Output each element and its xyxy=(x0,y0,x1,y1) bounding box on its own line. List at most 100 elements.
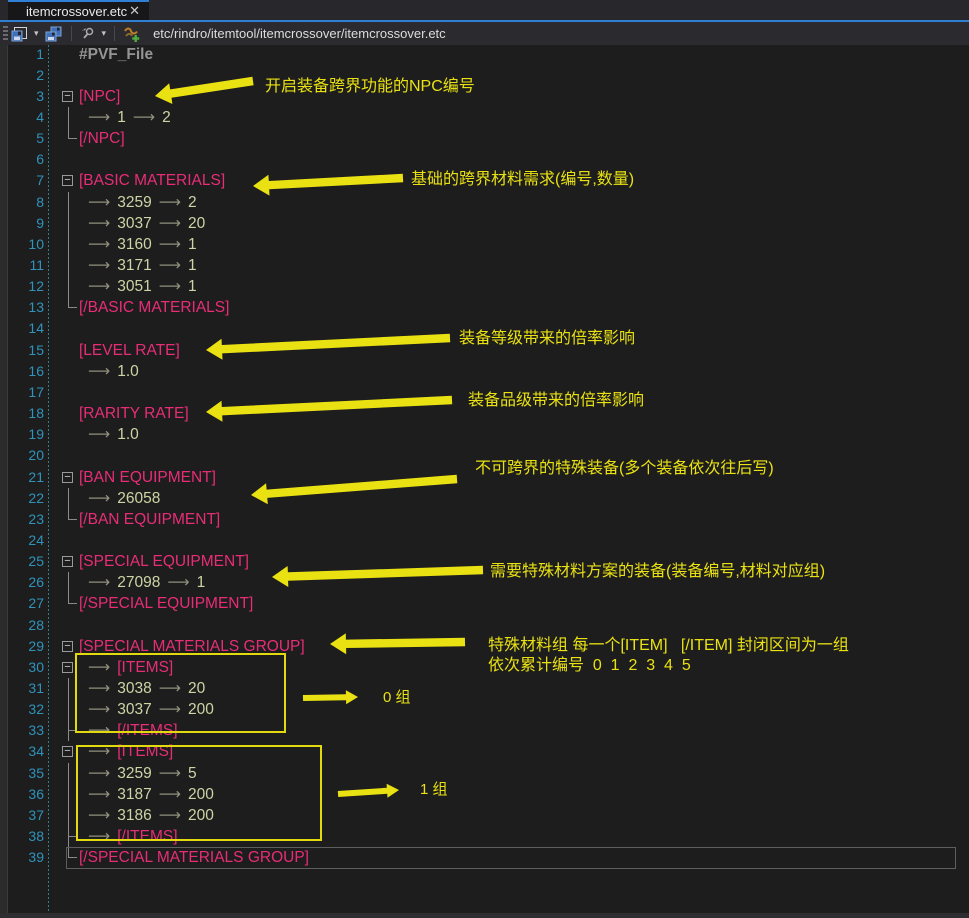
line-number[interactable]: 34 xyxy=(0,741,44,762)
line-number[interactable]: 1 xyxy=(0,44,44,65)
fold-toggle-icon[interactable]: − xyxy=(62,175,73,186)
code-line[interactable]: 37⟶3186⟶200 xyxy=(0,805,969,826)
line-number[interactable]: 5 xyxy=(0,128,44,149)
fold-toggle-icon[interactable]: − xyxy=(62,91,73,102)
tag-token: [/ITEMS] xyxy=(117,722,177,739)
line-number[interactable]: 38 xyxy=(0,826,44,847)
line-number[interactable]: 2 xyxy=(0,65,44,86)
line-content: ⟶3187⟶200 xyxy=(88,784,214,805)
line-number[interactable]: 33 xyxy=(0,720,44,741)
code-line[interactable]: 27[/SPECIAL EQUIPMENT] xyxy=(0,593,969,614)
line-number[interactable]: 18 xyxy=(0,403,44,424)
editor[interactable]: 1#PVF_File23−[NPC]4⟶1⟶25[/NPC]67−[BASIC … xyxy=(0,45,969,918)
line-number[interactable]: 8 xyxy=(0,192,44,213)
tag-token: [/NPC] xyxy=(79,130,125,147)
code-line[interactable]: 12⟶3051⟶1 xyxy=(0,276,969,297)
line-number[interactable]: 24 xyxy=(0,530,44,551)
code-line[interactable]: 31 ⟶3038⟶20 xyxy=(0,678,969,699)
line-number[interactable]: 6 xyxy=(0,149,44,170)
code-line[interactable]: 39[/SPECIAL MATERIALS GROUP] xyxy=(0,847,969,868)
fold-toggle-icon[interactable]: − xyxy=(62,746,73,757)
line-number[interactable]: 29 xyxy=(0,636,44,657)
line-number[interactable]: 21 xyxy=(0,467,44,488)
code-line[interactable]: 28 xyxy=(0,615,969,636)
line-number[interactable]: 3 xyxy=(0,86,44,107)
add-link-button[interactable] xyxy=(120,23,143,44)
code-line[interactable]: 1#PVF_File xyxy=(0,44,969,65)
line-number[interactable]: 32 xyxy=(0,699,44,720)
code-line[interactable]: 7−[BASIC MATERIALS] xyxy=(0,170,969,191)
code-line[interactable]: 19⟶1.0 xyxy=(0,424,969,445)
code-line[interactable]: 11⟶3171⟶1 xyxy=(0,255,969,276)
code-line[interactable]: 36 ⟶3187⟶200 xyxy=(0,784,969,805)
code-line[interactable]: 25−[SPECIAL EQUIPMENT] xyxy=(0,551,969,572)
line-number[interactable]: 20 xyxy=(0,445,44,466)
fold-toggle-icon[interactable]: − xyxy=(62,641,73,652)
line-number[interactable]: 11 xyxy=(0,255,44,276)
code-line[interactable]: 33⟶[/ITEMS] xyxy=(0,720,969,741)
line-number[interactable]: 17 xyxy=(0,382,44,403)
line-content: ⟶3038⟶20 xyxy=(88,678,205,699)
line-number[interactable]: 39 xyxy=(0,847,44,868)
fold-toggle-icon[interactable]: − xyxy=(62,556,73,567)
code-line[interactable]: 6 xyxy=(0,149,969,170)
code-line[interactable]: 21−[BAN EQUIPMENT] xyxy=(0,467,969,488)
code-line[interactable]: 16⟶1.0 xyxy=(0,361,969,382)
code-line[interactable]: 8⟶3259⟶2 xyxy=(0,192,969,213)
code-line[interactable]: 15[LEVEL RATE] xyxy=(0,340,969,361)
code-line[interactable]: 5 [/NPC] xyxy=(0,128,969,149)
save-button[interactable] xyxy=(8,23,31,44)
code-line[interactable]: 3−[NPC] xyxy=(0,86,969,107)
line-number[interactable]: 16 xyxy=(0,361,44,382)
line-number[interactable]: 28 xyxy=(0,615,44,636)
tab-itemcrossover[interactable]: itemcrossover.etc ✕ xyxy=(8,0,149,20)
code-line[interactable]: 26⟶27098⟶1 xyxy=(0,572,969,593)
code-line[interactable]: 10⟶3160⟶1 xyxy=(0,234,969,255)
line-number[interactable]: 15 xyxy=(0,340,44,361)
code-line[interactable]: 22⟶26058 xyxy=(0,488,969,509)
code-line[interactable]: 32⟶3037⟶200 xyxy=(0,699,969,720)
code-line[interactable]: 24 xyxy=(0,530,969,551)
code-line[interactable]: 9⟶3037⟶20 xyxy=(0,213,969,234)
code-line[interactable]: 23[/BAN EQUIPMENT] xyxy=(0,509,969,530)
line-number[interactable]: 7 xyxy=(0,170,44,191)
horizontal-scrollbar-track[interactable] xyxy=(0,913,969,918)
line-number[interactable]: 14 xyxy=(0,318,44,339)
code-line[interactable]: 18[RARITY RATE] xyxy=(0,403,969,424)
line-number[interactable]: 10 xyxy=(0,234,44,255)
code-line[interactable]: 2 xyxy=(0,65,969,86)
code-line[interactable]: 17 xyxy=(0,382,969,403)
line-number[interactable]: 26 xyxy=(0,572,44,593)
code-line[interactable]: 29−[SPECIAL MATERIALS GROUP] xyxy=(0,636,969,657)
line-number[interactable]: 23 xyxy=(0,509,44,530)
code-line[interactable]: 4⟶1⟶2 xyxy=(0,107,969,128)
code-line[interactable]: 34−⟶[ITEMS] xyxy=(0,741,969,762)
code-line[interactable]: 30−⟶[ITEMS] xyxy=(0,657,969,678)
code-line[interactable]: 20 xyxy=(0,445,969,466)
line-number[interactable]: 25 xyxy=(0,551,44,572)
save-dropdown-caret[interactable]: ▾ xyxy=(31,28,42,39)
line-number[interactable]: 9 xyxy=(0,213,44,234)
line-number[interactable]: 36 xyxy=(0,784,44,805)
line-number[interactable]: 4 xyxy=(0,107,44,128)
code-line[interactable]: 14 xyxy=(0,318,969,339)
line-number[interactable]: 22 xyxy=(0,488,44,509)
line-number[interactable]: 12 xyxy=(0,276,44,297)
code-line[interactable]: 13[/BASIC MATERIALS] xyxy=(0,297,969,318)
symbol-search-button[interactable] xyxy=(77,23,99,44)
fold-toggle-icon[interactable]: − xyxy=(62,472,73,483)
line-number[interactable]: 35 xyxy=(0,763,44,784)
value-token: 1.0 xyxy=(117,363,139,380)
line-number[interactable]: 13 xyxy=(0,297,44,318)
code-line[interactable]: 38⟶[/ITEMS] xyxy=(0,826,969,847)
tab-close-icon[interactable]: ✕ xyxy=(129,3,140,19)
fold-toggle-icon[interactable]: − xyxy=(62,662,73,673)
save-all-button[interactable] xyxy=(42,23,66,44)
line-number[interactable]: 19 xyxy=(0,424,44,445)
code-line[interactable]: 35⟶3259⟶5 xyxy=(0,763,969,784)
line-number[interactable]: 31 xyxy=(0,678,44,699)
line-number[interactable]: 30 xyxy=(0,657,44,678)
line-number[interactable]: 27 xyxy=(0,593,44,614)
symbol-search-caret[interactable]: ▾ xyxy=(99,28,110,39)
line-number[interactable]: 37 xyxy=(0,805,44,826)
